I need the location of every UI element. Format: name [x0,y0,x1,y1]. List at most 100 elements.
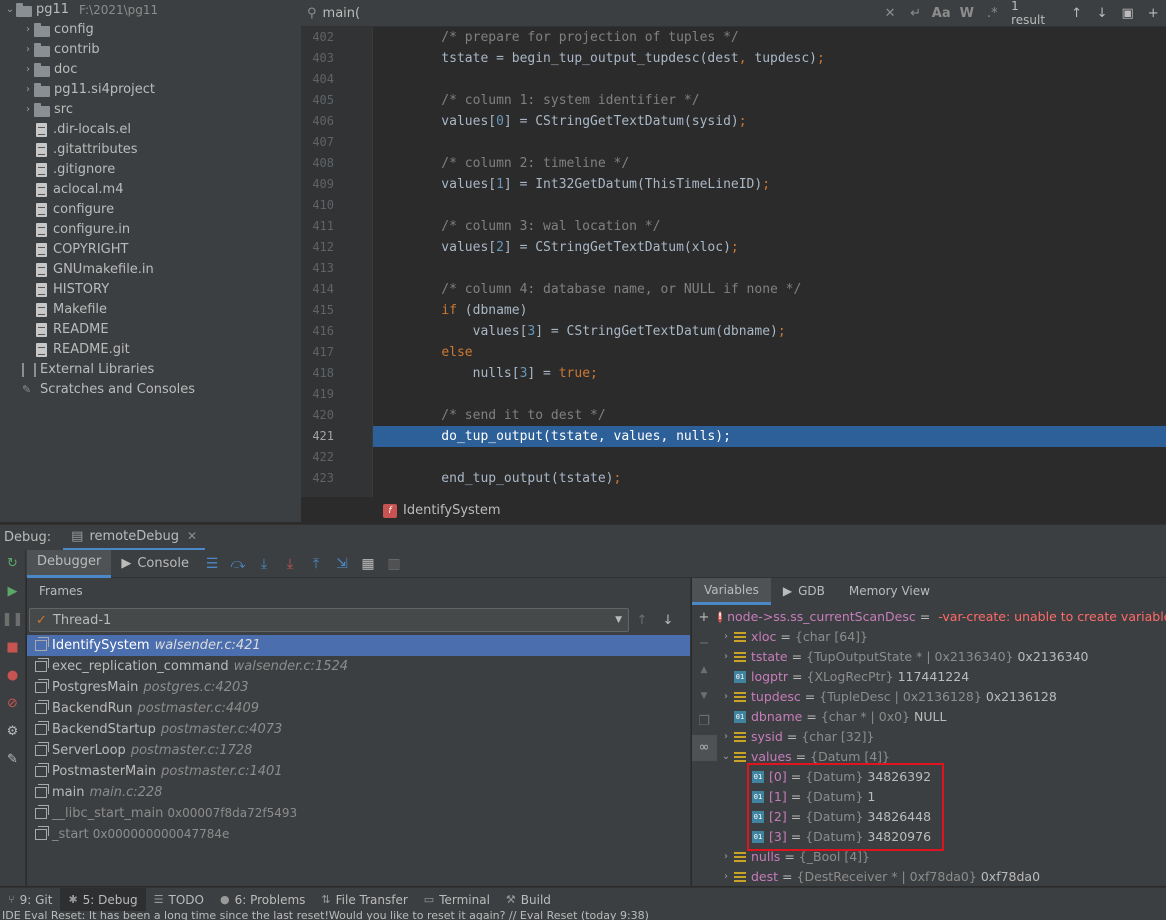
variable-row[interactable]: 01 [1] = {Datum} 1 [718,787,1166,807]
tree-root[interactable]: ⌄ pg11 F:\2021\pg11 [0,0,301,20]
stack-frame[interactable]: PostgresMain postgres.c:4203 [27,677,690,698]
tree-item[interactable]: configure.in [0,220,301,240]
settings-icon[interactable]: ⚙ [0,718,26,746]
tree-item[interactable]: › config [0,20,301,40]
copy-icon[interactable]: ❐ [692,709,717,735]
add-occurrence-icon[interactable]: + [1140,6,1166,21]
pause-icon[interactable]: ❚❚ [0,606,26,634]
step-into-icon[interactable]: ⤓ [251,556,277,572]
add-watch-icon[interactable]: + [692,605,717,631]
variable-row[interactable]: 01 dbname = {char * | 0x0} NULL [718,707,1166,727]
variable-row[interactable]: › sysid = {char [32]} [718,727,1166,747]
whole-words-icon[interactable]: W [954,6,980,21]
variable-row[interactable]: 01 logptr = {XLogRecPtr} 117441224 [718,667,1166,687]
tree-item[interactable]: › src [0,100,301,120]
newline-icon[interactable]: ↵ [903,6,929,21]
stack-frame[interactable]: _start 0x000000000047784e [27,824,690,845]
variable-row[interactable]: ⌄ values = {Datum [4]} [718,747,1166,767]
evaluate-icon[interactable]: ▦ [355,556,381,572]
tool-tab-todo[interactable]: ☰ TODO [146,888,212,912]
thread-selector[interactable]: ✓ Thread-1 ▼ [29,608,629,632]
tree-item[interactable]: aclocal.m4 [0,180,301,200]
stack-frame[interactable]: __libc_start_main 0x00007f8da72f5493 [27,803,690,824]
close-icon[interactable]: ✕ [187,529,197,543]
code-line[interactable]: /* send it to dest */ [373,405,1166,426]
code-line[interactable] [373,384,1166,405]
code-line[interactable]: end_tup_output(tstate); [373,468,1166,489]
chevron-down-icon[interactable]: ⌄ [4,0,16,20]
tab-variables[interactable]: Variables [692,578,771,605]
breadcrumb[interactable]: f IdentifySystem [373,499,501,522]
tab-console[interactable]: ▶ Console [111,550,199,578]
code-line[interactable]: /* column 2: timeline */ [373,153,1166,174]
match-case-icon[interactable]: Aa [928,6,954,21]
session-tab-remote-debug[interactable]: ▤ remoteDebug ✕ [63,525,206,551]
chevron-right-icon[interactable]: › [718,627,734,647]
code-line[interactable]: else [373,342,1166,363]
stack-frame[interactable]: ServerLoop postmaster.c:1728 [27,740,690,761]
tool-tab-terminal[interactable]: ▭ Terminal [416,888,498,912]
force-step-into-icon[interactable]: ⤓ [277,556,303,572]
frame-up-icon[interactable]: ↑ [629,613,655,628]
find-field[interactable]: ⚲ [307,5,877,21]
chevron-right-icon[interactable]: › [22,60,34,80]
tree-item[interactable]: › contrib [0,40,301,60]
stack-frame[interactable]: BackendStartup postmaster.c:4073 [27,719,690,740]
external-libraries[interactable]: External Libraries [0,360,301,380]
chevron-down-icon[interactable]: ⌄ [718,747,734,767]
code-line[interactable]: nulls[3] = true; [373,363,1166,384]
mute-breakpoints-icon[interactable]: ⊘ [0,690,26,718]
chevron-right-icon[interactable]: › [718,687,734,707]
tree-item[interactable]: README.git [0,340,301,360]
chevron-right-icon[interactable]: › [22,80,34,100]
code-line[interactable]: tstate = begin_tup_output_tupdesc(dest, … [373,48,1166,69]
menu-icon[interactable]: ☰ [199,556,225,572]
view-breakpoints-icon[interactable]: ● [0,662,26,690]
variable-row[interactable]: › tstate = {TupOutputState * | 0x2136340} 0x… [718,647,1166,667]
code-line[interactable]: /* column 1: system identifier */ [373,90,1166,111]
stop-icon[interactable]: ■ [0,634,26,662]
stack-frame[interactable]: BackendRun postmaster.c:4409 [27,698,690,719]
tool-tab-git[interactable]: ⑂ 9: Git [0,888,60,912]
code-line[interactable]: /* prepare for projection of tuples */ [373,27,1166,48]
stack-frame[interactable]: IdentifySystem walsender.c:421 [27,635,690,656]
code-line[interactable]: if (dbname) [373,300,1166,321]
tree-item[interactable]: HISTORY [0,280,301,300]
variable-row[interactable]: › nulls = {_Bool [4]} [718,847,1166,867]
chevron-right-icon[interactable]: › [22,40,34,60]
stack-frame[interactable]: exec_replication_command walsender.c:1524 [27,656,690,677]
code-line[interactable] [373,447,1166,468]
chevron-right-icon[interactable]: › [22,100,34,120]
variable-row[interactable]: › dest = {DestReceiver * | 0xf78da0} 0xf78da… [718,867,1166,886]
trace-icon[interactable]: ▥ [381,556,407,572]
code-line[interactable] [373,132,1166,153]
code-line[interactable]: values[2] = CStringGetTextDatum(xloc); [373,237,1166,258]
variable-row[interactable]: › xloc = {char [64]} [718,627,1166,647]
variable-row[interactable]: 01 [3] = {Datum} 34820976 [718,827,1166,847]
clear-icon[interactable]: ✕ [877,6,903,21]
move-down-icon[interactable]: ▼ [692,683,717,709]
tool-tab-file-transfer[interactable]: ⇅ File Transfer [313,888,415,912]
chevron-right-icon[interactable]: › [22,20,34,40]
variable-row[interactable]: 01 [2] = {Datum} 34826448 [718,807,1166,827]
chevron-right-icon[interactable]: › [718,847,734,867]
tree-item[interactable]: GNUmakefile.in [0,260,301,280]
arrow-down-icon[interactable]: ↓ [1089,6,1115,21]
chevron-right-icon[interactable]: › [718,727,734,747]
frame-down-icon[interactable]: ↓ [655,613,681,628]
step-out-icon[interactable]: ⤒ [303,556,329,572]
tab-gdb[interactable]: ▶ GDB [771,578,837,605]
pin-icon[interactable]: ✎ [0,746,26,774]
code-line[interactable] [373,258,1166,279]
run-to-cursor-icon[interactable]: ⇲ [329,556,355,572]
tree-item[interactable]: .dir-locals.el [0,120,301,140]
rerun-icon[interactable]: ↻ [0,550,26,578]
stack-frame[interactable]: main main.c:228 [27,782,690,803]
variable-row[interactable]: ! node->ss.ss_currentScanDesc = -var-create… [718,607,1166,627]
stack-frame[interactable]: PostmasterMain postmaster.c:1401 [27,761,690,782]
step-over-icon[interactable]: ⤼ [225,556,251,572]
variable-row[interactable]: › tupdesc = {TupleDesc | 0x2136128} 0x213612… [718,687,1166,707]
regex-icon[interactable]: .* [980,6,1006,21]
chevron-right-icon[interactable]: › [718,647,734,667]
code-line[interactable]: values[0] = CStringGetTextDatum(sysid); [373,111,1166,132]
